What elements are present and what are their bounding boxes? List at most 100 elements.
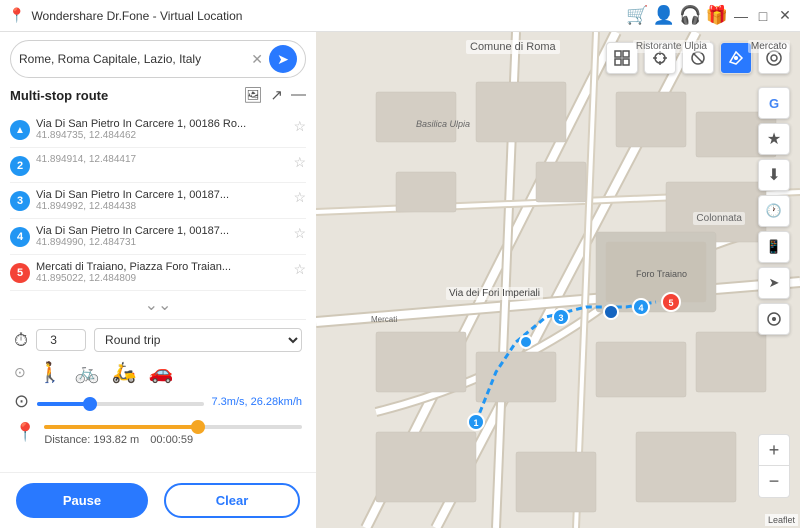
timer-icon: ⏱ — [14, 330, 28, 351]
route-name-1: Via Di San Pietro In Carcere 1, 00186 Ro… — [36, 118, 287, 130]
route-actions: 🖼 ↗ — — [243, 86, 306, 104]
route-num-4: 4 — [10, 227, 30, 247]
table-row: 4 Via Di San Pietro In Carcere 1, 00187.… — [10, 219, 306, 255]
gps-button[interactable]: ➤ — [758, 267, 790, 299]
headphone-icon[interactable]: 🎧 — [679, 5, 701, 26]
bike-icon[interactable]: 🚲 — [75, 360, 100, 385]
route-coords-3: 41.894992, 12.484438 — [36, 201, 287, 212]
app-icon: 📍 — [8, 7, 25, 24]
distance-slider[interactable] — [44, 425, 302, 429]
svg-text:Mercati: Mercati — [371, 315, 397, 324]
route-coords-1: 41.894735, 12.484462 — [36, 130, 287, 141]
close-button[interactable]: ✕ — [778, 9, 792, 23]
trips-input[interactable] — [36, 329, 86, 351]
bottom-buttons: Pause Clear — [0, 472, 316, 528]
cart-icon[interactable]: 🛒 — [626, 5, 648, 26]
map-area[interactable]: 1 3 4 5 Basilica Ulpia Foro Traiano Merc… — [316, 32, 800, 528]
maximize-button[interactable]: □ — [756, 9, 770, 23]
gift-icon[interactable]: 🎁 — [706, 5, 728, 26]
route-info-1: Via Di San Pietro In Carcere 1, 00186 Ro… — [36, 118, 287, 141]
route-name-4: Via Di San Pietro In Carcere 1, 00187... — [36, 225, 287, 237]
user-icon[interactable]: 👤 — [653, 5, 675, 26]
speed-slider-container — [37, 395, 203, 409]
distance-icon: 📍 — [14, 422, 36, 443]
roundtrip-select[interactable]: Round trip One-way Loop — [94, 328, 302, 352]
leaflet-attribution: Leaflet — [765, 514, 798, 526]
svg-text:1: 1 — [473, 418, 478, 428]
map-background: 1 3 4 5 Basilica Ulpia Foro Traiano Merc… — [316, 32, 800, 528]
comune-di-roma-label: Comune di Roma — [466, 40, 560, 54]
route-star-2[interactable]: ☆ — [293, 154, 306, 171]
colonnata-label: Colonnata — [693, 212, 745, 225]
speed-row: ⊙ 7.3m/s, 26.28km/h — [14, 391, 302, 412]
minimize-button[interactable]: — — [734, 9, 748, 23]
search-input[interactable] — [19, 52, 251, 66]
title-bar: 📍 Wondershare Dr.Fone - Virtual Location… — [0, 0, 800, 32]
zoom-controls: + − — [758, 434, 790, 498]
clear-button[interactable]: Clear — [164, 483, 300, 518]
search-clear-icon[interactable]: ✕ — [251, 51, 263, 68]
main-container: ✕ ➤ Multi-stop route 🖼 ↗ — ▲ Via Di San … — [0, 32, 800, 528]
route-panel: Multi-stop route 🖼 ↗ — ▲ Via Di San Piet… — [0, 86, 316, 472]
route-coords-5: 41.895022, 12.484809 — [36, 273, 287, 284]
route-num-1: ▲ — [10, 120, 30, 140]
route-name-5: Mercati di Traiano, Piazza Foro Traian..… — [36, 261, 287, 273]
distance-time: 00:00:59 — [150, 434, 193, 446]
car-icon[interactable]: 🚗 — [148, 360, 173, 385]
google-maps-button[interactable]: G — [758, 87, 790, 119]
speed-gauge-icon: ⊙ — [14, 391, 29, 412]
route-num-3: 3 — [10, 191, 30, 211]
route-info-5: Mercati di Traiano, Piazza Foro Traian..… — [36, 261, 287, 284]
history-button[interactable]: 🕐 — [758, 195, 790, 227]
distance-label-text: Distance: — [44, 434, 93, 446]
favorites-button[interactable]: ★ — [758, 123, 790, 155]
search-bar: ✕ ➤ — [10, 40, 306, 78]
app-title: Wondershare Dr.Fone - Virtual Location — [31, 9, 620, 23]
controls-section: ⏱ Round trip One-way Loop ⊙ 🚶 🚲 🛵 🚗 — [10, 319, 306, 454]
route-info-4: Via Di San Pietro In Carcere 1, 00187...… — [36, 225, 287, 248]
table-row: 2 41.894914, 12.484417 ☆ — [10, 148, 306, 183]
route-star-1[interactable]: ☆ — [293, 118, 306, 135]
route-title: Multi-stop route — [10, 88, 108, 103]
device-button[interactable]: 📱 — [758, 231, 790, 263]
route-num-2: 2 — [10, 156, 30, 176]
route-name-3: Via Di San Pietro In Carcere 1, 00187... — [36, 189, 287, 201]
left-panel: ✕ ➤ Multi-stop route 🖼 ↗ — ▲ Via Di San … — [0, 32, 316, 528]
route-info-2: 41.894914, 12.484417 — [36, 154, 287, 165]
route-num-5: 5 — [10, 263, 30, 283]
speed-label: 7.3m/s, 26.28km/h — [212, 396, 303, 408]
svg-text:Foro Traiano: Foro Traiano — [636, 269, 687, 279]
svg-text:4: 4 — [638, 303, 643, 313]
zoom-out-button[interactable]: − — [758, 466, 790, 498]
route-coords-2: 41.894914, 12.484417 — [36, 154, 287, 165]
zoom-in-button[interactable]: + — [758, 434, 790, 466]
table-row: 5 Mercati di Traiano, Piazza Foro Traian… — [10, 255, 306, 291]
ristorante-ulpia-label: Ristorante Ulpia — [633, 40, 710, 53]
route-add-icon[interactable]: 🖼 — [243, 86, 262, 104]
svg-text:3: 3 — [558, 313, 563, 323]
walk-icon[interactable]: 🚶 — [38, 360, 63, 385]
show-more-chevron[interactable]: ⌄⌄ — [10, 295, 306, 315]
dist-slider-container: Distance: 193.82 m 00:00:59 — [44, 418, 302, 446]
search-go-button[interactable]: ➤ — [269, 45, 297, 73]
transport-row: ⊙ 🚶 🚲 🛵 🚗 — [14, 360, 302, 385]
route-header: Multi-stop route 🖼 ↗ — — [10, 86, 306, 104]
speed-slider[interactable] — [37, 402, 203, 406]
mercato-label: Mercato — [748, 40, 790, 53]
route-star-5[interactable]: ☆ — [293, 261, 306, 278]
route-export-icon[interactable]: ↗ — [270, 86, 283, 104]
scooter-icon[interactable]: 🛵 — [112, 360, 137, 385]
svg-text:5: 5 — [668, 298, 673, 308]
location-ring-button[interactable] — [758, 303, 790, 335]
pause-button[interactable]: Pause — [16, 483, 148, 518]
map-toolbar-right: G ★ ⬇ 🕐 📱 ➤ — [758, 87, 790, 335]
route-star-4[interactable]: ☆ — [293, 225, 306, 242]
via-dei-fori-label: Via dei Fori Imperiali — [446, 287, 543, 300]
route-coords-4: 41.894990, 12.484731 — [36, 237, 287, 248]
route-minimize-icon[interactable]: — — [291, 86, 306, 104]
distance-row: 📍 Distance: 193.82 m 00:00:59 — [14, 418, 302, 446]
svg-text:Basilica Ulpia: Basilica Ulpia — [416, 119, 470, 129]
table-row: 3 Via Di San Pietro In Carcere 1, 00187.… — [10, 183, 306, 219]
route-star-3[interactable]: ☆ — [293, 189, 306, 206]
download-map-button[interactable]: ⬇ — [758, 159, 790, 191]
